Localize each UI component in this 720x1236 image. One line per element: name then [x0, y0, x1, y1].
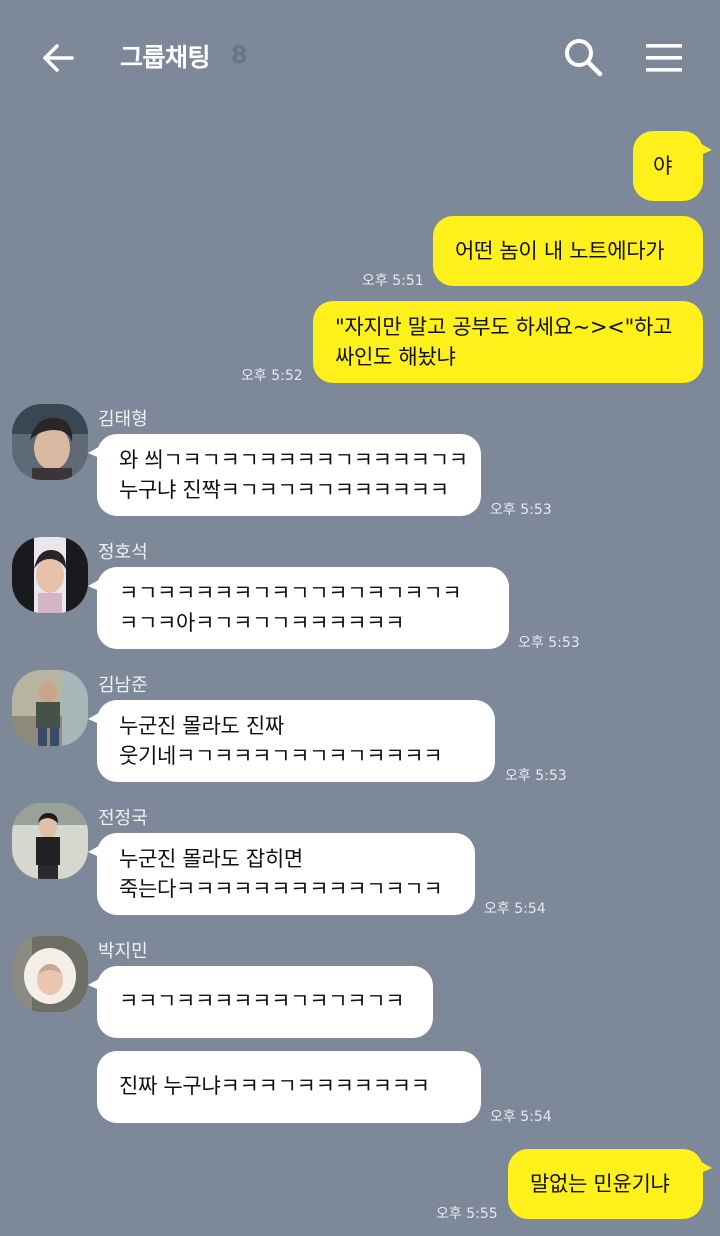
avatar[interactable] [12, 936, 88, 1012]
my-message-bubble[interactable]: 야 [633, 131, 712, 201]
friend-message-bubble[interactable]: 진짜 누구냐ㅋㅋㅋㄱㅋㅋㅋㅋㅋㅋㅋ [97, 1051, 481, 1123]
avatar[interactable] [12, 670, 88, 746]
message-time: 오후 5:54 [490, 1109, 552, 1125]
chat-header: 그룹채팅 8 [0, 0, 720, 112]
message-time: 오후 5:51 [362, 273, 424, 289]
back-arrow-icon [43, 44, 74, 72]
friend-message-bubble[interactable]: 누군진 몰라도 진짜 웃기네ㅋㄱㅋㅋㅋㄱㅋㄱㅋㄱㅋㅋㅋㅋ [88, 700, 495, 782]
message-time: 오후 5:52 [241, 368, 303, 384]
search-icon [565, 39, 603, 77]
my-message-bubble[interactable]: "자지만 말고 공부도 하세요~><"하고 싸인도 해놨냐 [313, 301, 703, 383]
my-message-bubble[interactable]: 어떤 놈이 내 노트에다가 [433, 216, 703, 286]
chat-title: 그룹채팅 [120, 43, 211, 72]
avatar[interactable] [12, 537, 88, 613]
friend-message-bubble[interactable]: 누군진 몰라도 잡히면 죽는다ㅋㅋㅋㅋㅋㅋㅋㅋㅋㅋㄱㅋㄱㅋ [88, 833, 475, 915]
message-time: 오후 5:53 [505, 768, 567, 784]
back-button[interactable] [36, 36, 80, 80]
menu-button[interactable] [640, 36, 688, 80]
message-time: 오후 5:54 [484, 901, 546, 917]
sender-name: 김태형 [98, 409, 148, 430]
sender-name: 김남준 [98, 675, 148, 696]
search-button[interactable] [558, 33, 608, 83]
avatar[interactable] [12, 404, 88, 480]
member-count: 8 [231, 41, 248, 69]
friend-message-bubble[interactable]: 와 씌ㄱㅋㄱㅋㄱㅋㅋㅋㅋㄱㅋㅋㅋㅋㄱㅋ 누구냐 진짝ㅋㄱㅋㄱㅋㄱㅋㅋㅋㅋㅋㅋ [88, 434, 481, 516]
message-time: 오후 5:55 [436, 1206, 498, 1222]
friend-message-bubble[interactable]: ㅋㅋㄱㅋㅋㅋㅋㅋㅋㄱㅋㄱㅋㄱㅋ [88, 966, 433, 1038]
sender-name: 박지민 [98, 941, 148, 962]
message-time: 오후 5:53 [518, 635, 580, 651]
message-time: 오후 5:53 [490, 502, 552, 518]
sender-name: 전정국 [98, 808, 148, 829]
friend-message-bubble[interactable]: ㅋㄱㅋㅋㅋㅋㅋㄱㅋㄱㄱㅋㄱㅋㄱㅋㄱㅋ ㅋㄱㅋ아ㅋㄱㅋㄱㄱㅋㅋㅋㅋㅋㅋ [88, 567, 509, 649]
sender-name: 정호석 [98, 542, 148, 563]
hamburger-menu-icon [646, 44, 682, 72]
my-message-bubble[interactable]: 말없는 민윤기냐 [508, 1149, 712, 1219]
avatar[interactable] [12, 803, 88, 879]
